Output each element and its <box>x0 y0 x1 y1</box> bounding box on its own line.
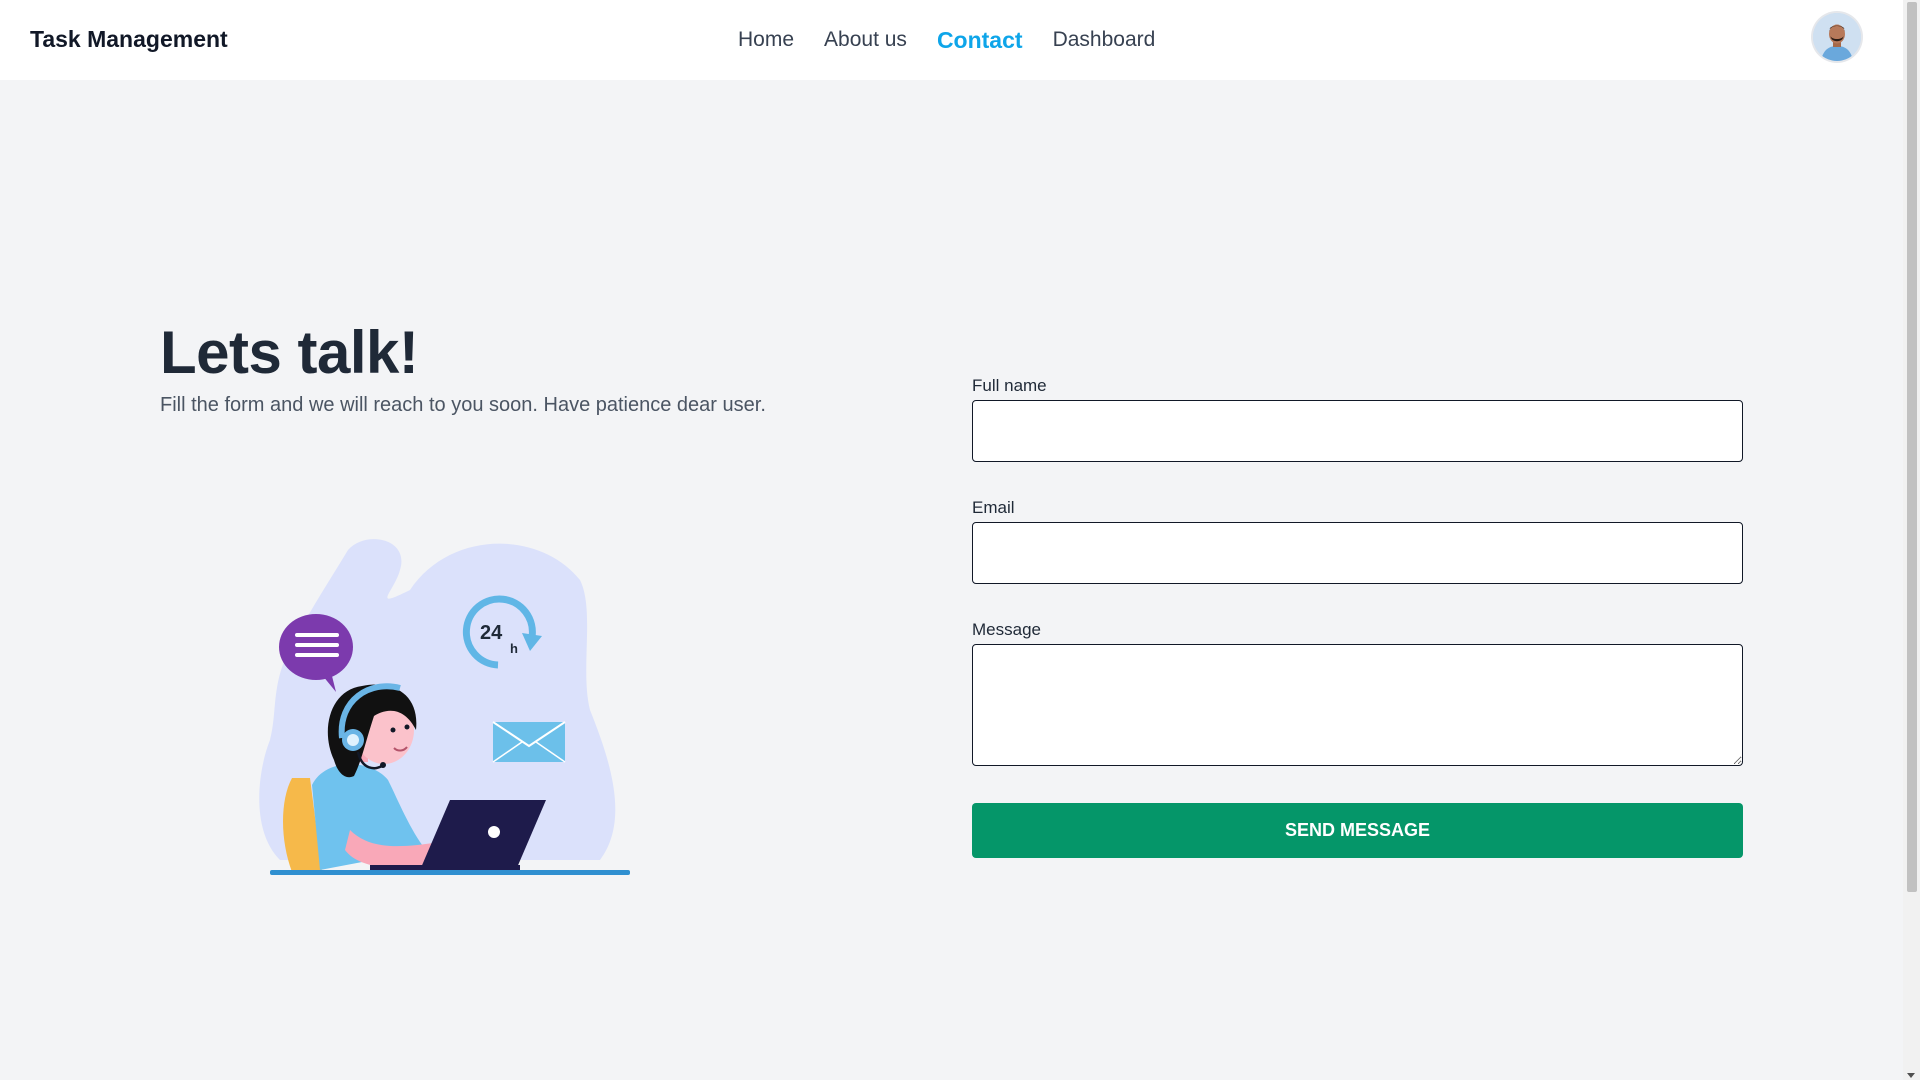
full-name-label: Full name <box>972 376 1047 395</box>
nav-link-dashboard[interactable]: Dashboard <box>1053 28 1156 52</box>
svg-text:24: 24 <box>480 622 503 644</box>
page-scrollbar[interactable] <box>1903 0 1920 1080</box>
page-title: Lets talk! <box>160 319 419 386</box>
svg-text:h: h <box>510 641 518 656</box>
scroll-down-arrow-icon[interactable] <box>1907 1073 1915 1078</box>
top-navbar: Task Management Home About us Contact Da… <box>0 0 1903 80</box>
page-subtitle: Fill the form and we will reach to you s… <box>160 394 766 416</box>
scrollbar-thumb[interactable] <box>1907 2 1917 892</box>
envelope-icon <box>492 721 566 763</box>
nav-links: Home About us Contact Dashboard <box>738 24 1155 56</box>
user-avatar-icon <box>1813 13 1861 61</box>
support-illustration: 24 h <box>250 530 640 880</box>
brand-logo[interactable]: Task Management <box>30 26 228 53</box>
full-name-input[interactable] <box>972 400 1743 462</box>
nav-link-home[interactable]: Home <box>738 28 794 52</box>
nav-link-contact[interactable]: Contact <box>937 27 1023 54</box>
message-label: Message <box>972 620 1041 639</box>
email-label: Email <box>972 498 1015 517</box>
user-avatar[interactable] <box>1813 13 1861 61</box>
nav-link-about[interactable]: About us <box>824 28 907 52</box>
send-message-button[interactable]: SEND MESSAGE <box>972 803 1743 858</box>
email-input[interactable] <box>972 522 1743 584</box>
message-textarea[interactable] <box>972 644 1743 766</box>
